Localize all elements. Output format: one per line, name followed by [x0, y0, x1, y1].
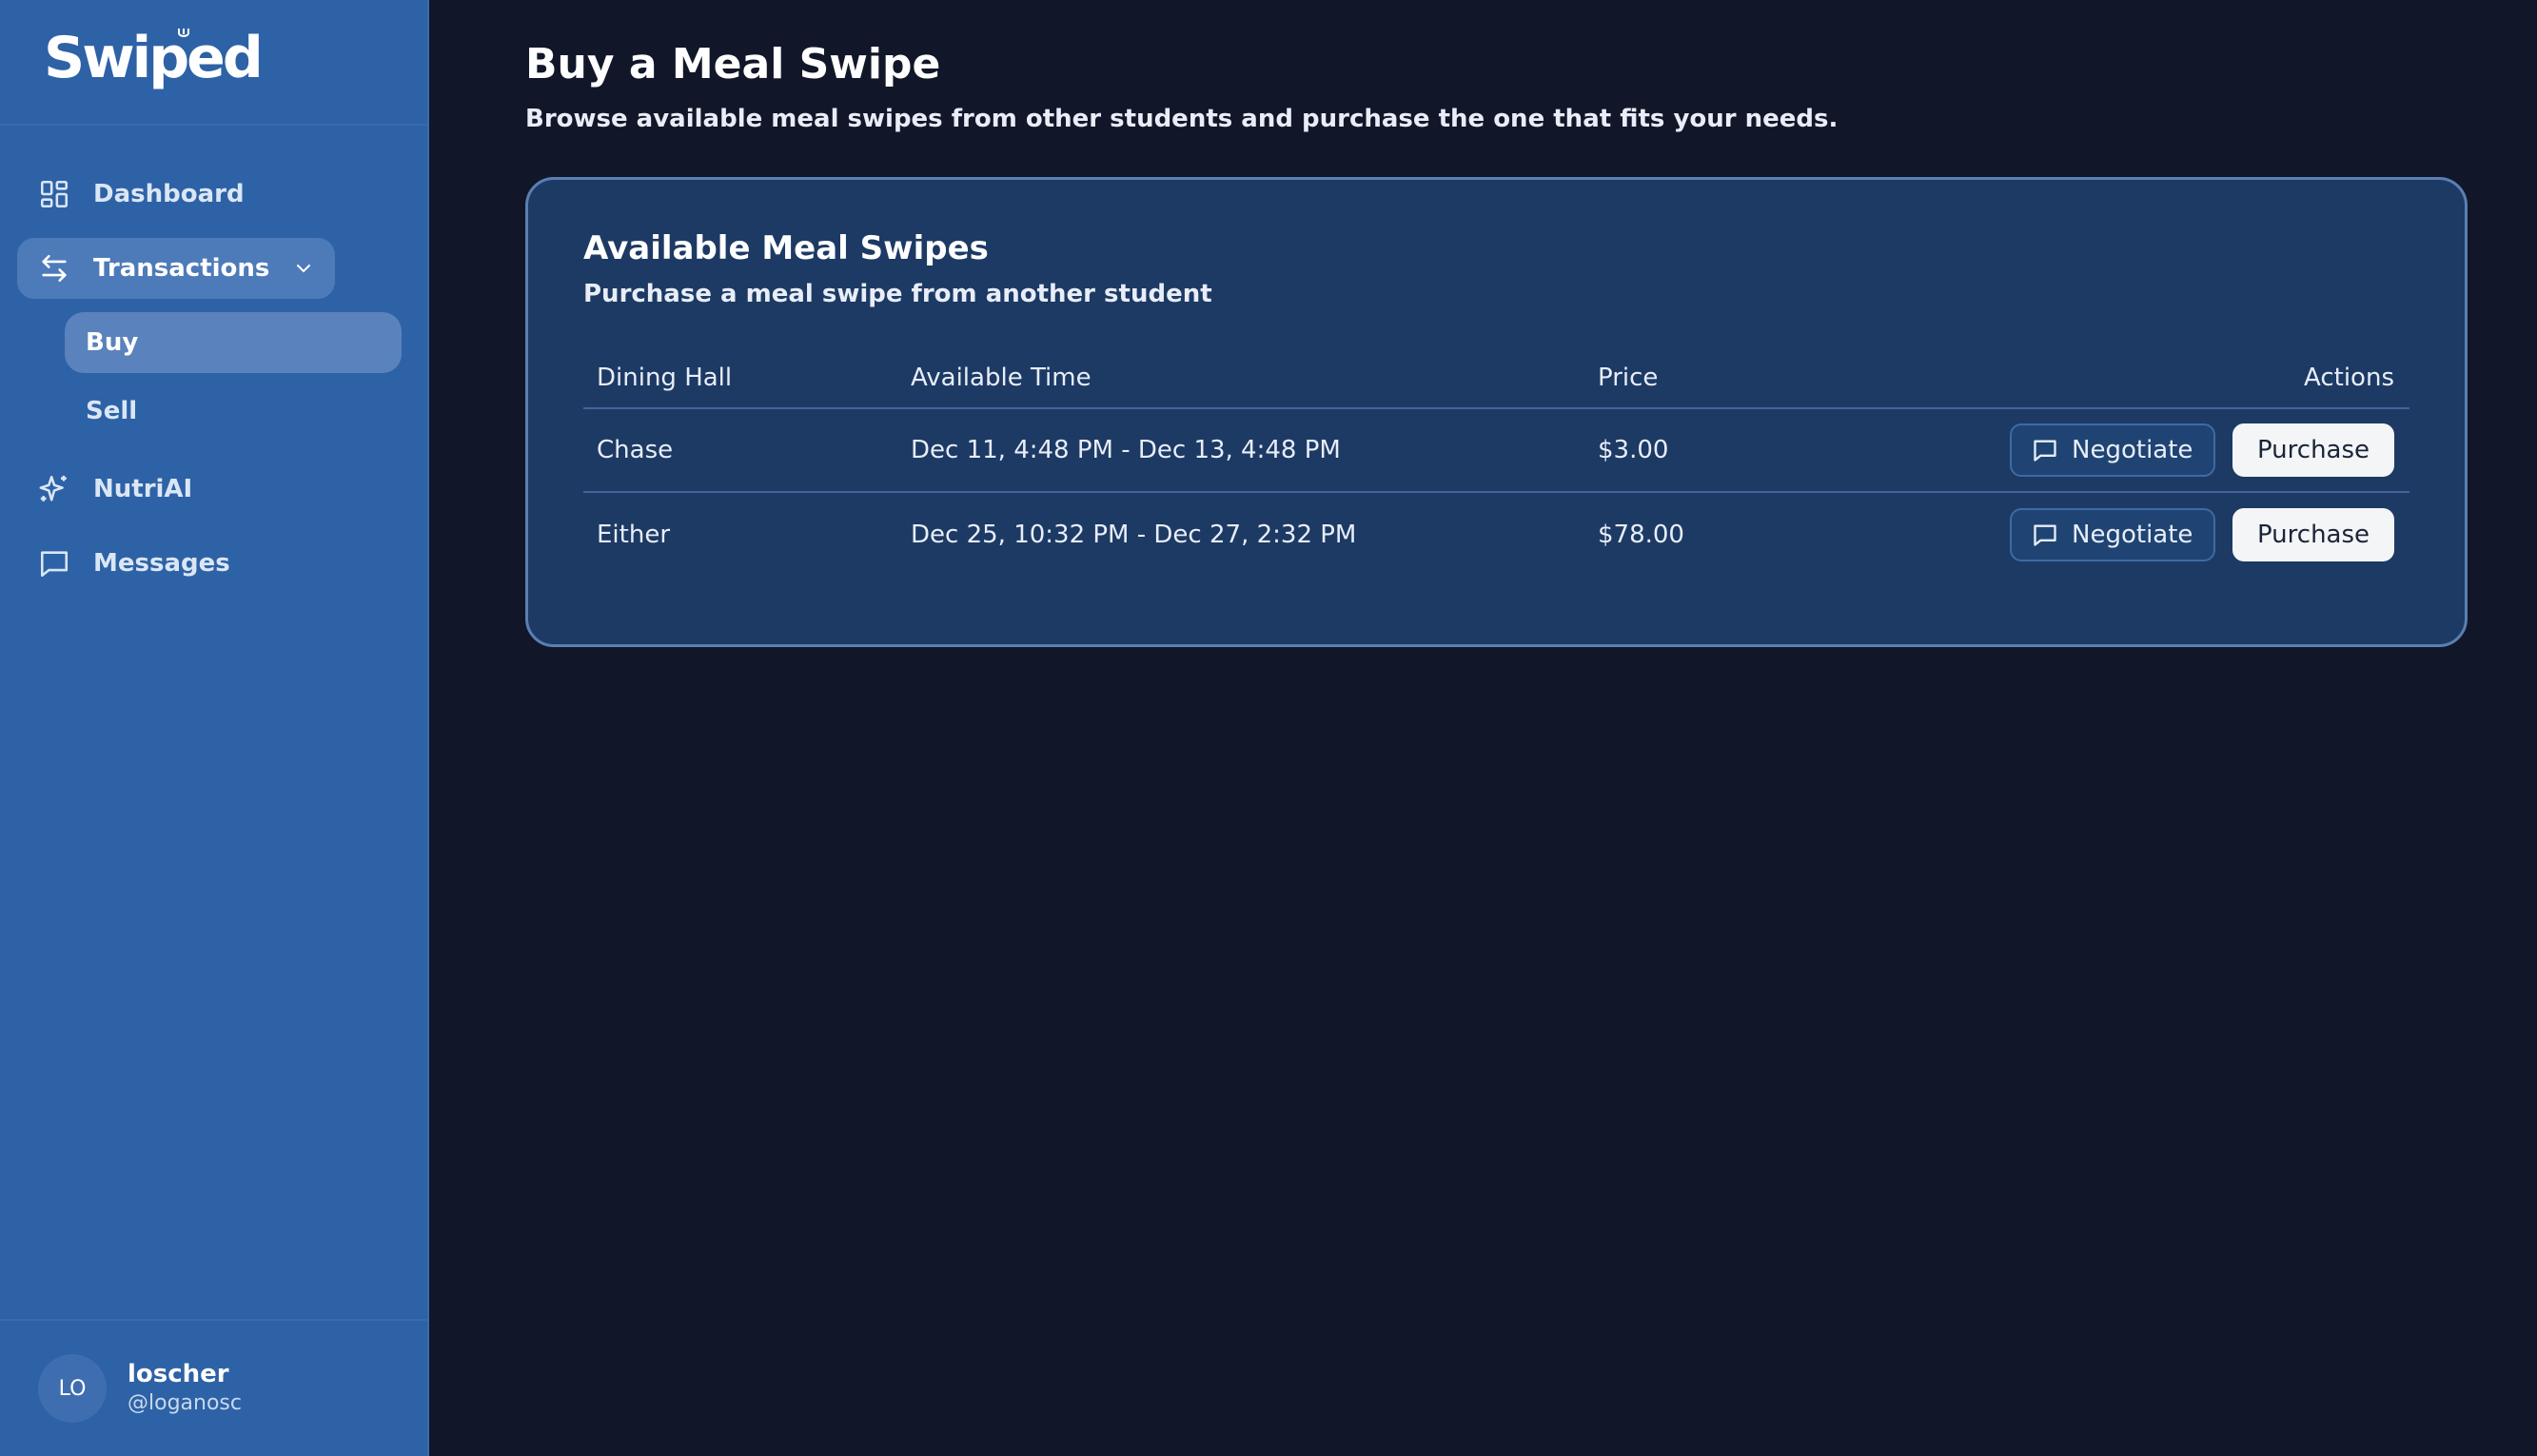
sidebar-item-dashboard[interactable]: Dashboard — [17, 164, 427, 225]
chevron-down-icon — [297, 265, 311, 273]
table-row: Chase Dec 11, 4:48 PM - Dec 13, 4:48 PM … — [583, 408, 2409, 493]
meal-swipes-table: Dining Hall Available Time Price Actions… — [583, 347, 2409, 576]
sidebar-item-label: Dashboard — [93, 180, 245, 208]
column-header-actions: Actions — [1744, 347, 2409, 409]
message-square-icon — [40, 551, 69, 578]
message-square-icon — [2034, 524, 2056, 546]
user-handle: @loganosc — [128, 1391, 242, 1415]
sidebar-item-label: Messages — [93, 549, 230, 578]
user-profile[interactable]: LO loscher @loganosc — [0, 1319, 427, 1456]
column-header-available-time: Available Time — [897, 347, 1584, 409]
cell-available-time: Dec 25, 10:32 PM - Dec 27, 2:32 PM — [911, 520, 1357, 549]
logo-area: Swiped — [0, 0, 427, 126]
table-row: Either Dec 25, 10:32 PM - Dec 27, 2:32 P… — [583, 492, 2409, 576]
cell-available-time: Dec 11, 4:48 PM - Dec 13, 4:48 PM — [897, 408, 1584, 493]
card-subtitle: Purchase a meal swipe from another stude… — [583, 280, 1212, 308]
app-logo-text: Swiped — [44, 25, 264, 91]
sidebar: Swiped Dashboard Transactions Buy Sell N… — [0, 0, 429, 1456]
sidebar-subitem-label: Buy — [86, 328, 139, 357]
sidebar-subitem-label: Sell — [86, 397, 138, 425]
page-title: Buy a Meal Swipe — [525, 40, 941, 89]
cell-price: $3.00 — [1584, 408, 1745, 493]
column-header-price: Price — [1584, 347, 1745, 409]
arrows-left-right-icon — [42, 254, 67, 283]
user-info: loscher @loganosc — [128, 1359, 242, 1418]
sidebar-subitem-sell[interactable]: Sell — [65, 381, 402, 442]
sidebar-item-nutriai[interactable]: NutriAI — [17, 459, 427, 520]
sidebar-nav: Dashboard Transactions Buy Sell NutriAI … — [0, 126, 427, 594]
negotiate-button[interactable]: Negotiate — [2009, 423, 2215, 477]
card-title: Available Meal Swipes — [583, 229, 989, 267]
meal-swipes-card: Available Meal Swipes Purchase a meal sw… — [525, 177, 2468, 647]
sidebar-subitem-buy[interactable]: Buy — [65, 312, 402, 373]
fork-icon — [178, 29, 189, 37]
negotiate-label: Negotiate — [2072, 520, 2193, 549]
purchase-button[interactable]: Purchase — [2232, 507, 2394, 561]
cell-price: $78.00 — [1598, 520, 1684, 549]
cell-dining-hall: Either — [597, 520, 671, 549]
column-header-dining-hall: Dining Hall — [583, 347, 897, 409]
app-logo[interactable]: Swiped — [44, 25, 264, 91]
purchase-button[interactable]: Purchase — [2232, 423, 2394, 477]
negotiate-button[interactable]: Negotiate — [2009, 507, 2215, 561]
cell-actions: Negotiate Purchase — [1744, 408, 2409, 493]
page-subtitle: Browse available meal swipes from other … — [525, 105, 1839, 133]
user-name: loscher — [128, 1360, 229, 1388]
table-header-row: Dining Hall Available Time Price Actions — [583, 347, 2409, 409]
sidebar-item-transactions[interactable]: Transactions — [17, 238, 335, 299]
sidebar-item-messages[interactable]: Messages — [17, 533, 427, 594]
sparkles-icon — [39, 475, 67, 502]
cell-dining-hall: Chase — [583, 408, 897, 493]
dashboard-grid-icon — [40, 180, 69, 208]
app-root: Swiped Dashboard Transactions Buy Sell N… — [0, 0, 2537, 1456]
sidebar-item-label: NutriAI — [93, 475, 193, 503]
cell-actions: Negotiate Purchase — [1745, 492, 2409, 576]
message-square-icon — [2034, 440, 2056, 462]
main-content: Buy a Meal Swipe Browse available meal s… — [429, 0, 2537, 1456]
sidebar-item-label: Transactions — [93, 254, 270, 283]
avatar: LO — [38, 1354, 107, 1423]
negotiate-label: Negotiate — [2072, 436, 2193, 464]
